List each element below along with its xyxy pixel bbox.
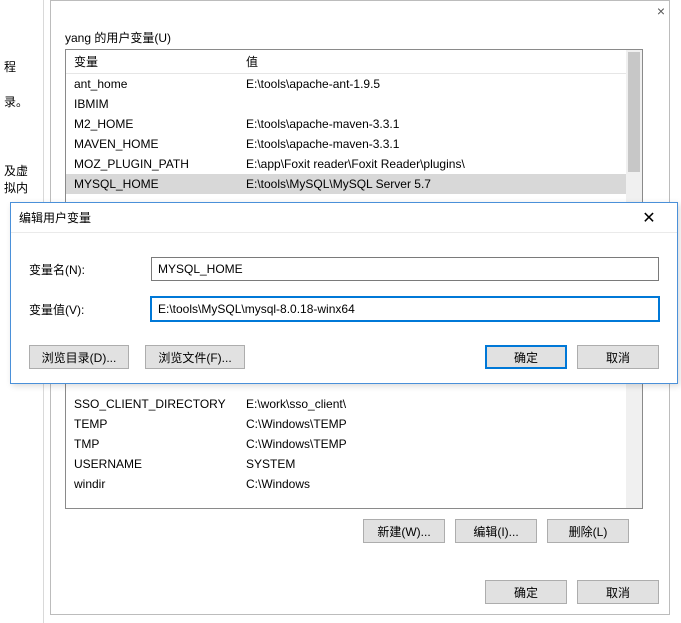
col-header-val[interactable]: 值 bbox=[246, 53, 642, 70]
edit-variable-dialog: 编辑用户变量 ✕ 变量名(N): 变量值(V): 浏览目录(D)... 浏览文件… bbox=[10, 202, 678, 384]
table-row[interactable]: TMPC:\Windows\TEMP bbox=[66, 434, 626, 454]
left-text-3: 及虚拟内 bbox=[4, 162, 39, 196]
delete-button[interactable]: 删除(L) bbox=[547, 519, 629, 543]
cell-val: E:\work\sso_client\ bbox=[246, 397, 626, 411]
outer-cancel-button[interactable]: 取消 bbox=[577, 580, 659, 604]
table-row[interactable]: M2_HOMEE:\tools\apache-maven-3.3.1 bbox=[66, 114, 642, 134]
modal-body: 变量名(N): 变量值(V): 浏览目录(D)... 浏览文件(F)... 确定… bbox=[11, 233, 677, 383]
left-text-1: 程 bbox=[4, 58, 39, 75]
new-button[interactable]: 新建(W)... bbox=[363, 519, 445, 543]
outer-dialog-buttons: 确定 取消 bbox=[485, 580, 659, 604]
cell-var: MYSQL_HOME bbox=[74, 177, 246, 191]
cell-val: E:\tools\apache-maven-3.3.1 bbox=[246, 137, 642, 151]
variable-name-label: 变量名(N): bbox=[29, 261, 151, 278]
cell-var: M2_HOME bbox=[74, 117, 246, 131]
close-icon[interactable]: ✕ bbox=[629, 204, 669, 232]
scrollbar-thumb[interactable] bbox=[628, 52, 640, 172]
cell-var: windir bbox=[74, 477, 246, 491]
rows-container-top: ant_homeE:\tools\apache-ant-1.9.5IBMIMM2… bbox=[66, 74, 642, 194]
table-header: 变量 值 bbox=[66, 50, 642, 74]
table-row[interactable]: MYSQL_HOMEE:\tools\MySQL\MySQL Server 5.… bbox=[66, 174, 642, 194]
table-row[interactable]: SSO_CLIENT_DIRECTORYE:\work\sso_client\ bbox=[66, 394, 626, 414]
cell-val: C:\Windows bbox=[246, 477, 626, 491]
cell-val: E:\app\Foxit reader\Foxit Reader\plugins… bbox=[246, 157, 642, 171]
table-row[interactable]: TEMPC:\Windows\TEMP bbox=[66, 414, 626, 434]
variable-name-input[interactable] bbox=[151, 257, 659, 281]
rows-container-bottom: SSO_CLIENT_DIRECTORYE:\work\sso_client\T… bbox=[66, 394, 626, 494]
cell-var: TMP bbox=[74, 437, 246, 451]
modal-titlebar[interactable]: 编辑用户变量 ✕ bbox=[11, 203, 677, 233]
cell-var: TEMP bbox=[74, 417, 246, 431]
cell-var: ant_home bbox=[74, 77, 246, 91]
section-label: yang 的用户变量(U) bbox=[65, 29, 171, 46]
table-row[interactable]: USERNAMESYSTEM bbox=[66, 454, 626, 474]
browse-file-button[interactable]: 浏览文件(F)... bbox=[145, 345, 245, 369]
modal-ok-button[interactable]: 确定 bbox=[485, 345, 567, 369]
cell-var: IBMIM bbox=[74, 97, 246, 111]
variable-value-input[interactable] bbox=[151, 297, 659, 321]
cell-val: C:\Windows\TEMP bbox=[246, 437, 626, 451]
browse-directory-button[interactable]: 浏览目录(D)... bbox=[29, 345, 129, 369]
table-row[interactable]: windirC:\Windows bbox=[66, 474, 626, 494]
cell-val: E:\tools\apache-maven-3.3.1 bbox=[246, 117, 642, 131]
close-icon[interactable]: × bbox=[657, 3, 665, 19]
cell-val: E:\tools\apache-ant-1.9.5 bbox=[246, 77, 642, 91]
cell-var: MOZ_PLUGIN_PATH bbox=[74, 157, 246, 171]
modal-actions: 浏览目录(D)... 浏览文件(F)... 确定 取消 bbox=[29, 337, 659, 369]
outer-ok-button[interactable]: 确定 bbox=[485, 580, 567, 604]
col-header-var[interactable]: 变量 bbox=[74, 53, 246, 70]
variable-value-label: 变量值(V): bbox=[29, 301, 151, 318]
user-vars-buttons: 新建(W)... 编辑(I)... 删除(L) bbox=[363, 519, 629, 543]
variable-name-row: 变量名(N): bbox=[29, 257, 659, 281]
modal-title: 编辑用户变量 bbox=[19, 209, 629, 226]
cell-var: SSO_CLIENT_DIRECTORY bbox=[74, 397, 246, 411]
variable-value-row: 变量值(V): bbox=[29, 297, 659, 321]
cell-val: SYSTEM bbox=[246, 457, 626, 471]
edit-button[interactable]: 编辑(I)... bbox=[455, 519, 537, 543]
modal-cancel-button[interactable]: 取消 bbox=[577, 345, 659, 369]
table-row[interactable]: IBMIM bbox=[66, 94, 642, 114]
left-text-2: 录。 bbox=[4, 93, 39, 110]
table-row[interactable]: ant_homeE:\tools\apache-ant-1.9.5 bbox=[66, 74, 642, 94]
cell-var: USERNAME bbox=[74, 457, 246, 471]
table-row[interactable]: MAVEN_HOMEE:\tools\apache-maven-3.3.1 bbox=[66, 134, 642, 154]
cell-var: MAVEN_HOME bbox=[74, 137, 246, 151]
table-row[interactable]: MOZ_PLUGIN_PATHE:\app\Foxit reader\Foxit… bbox=[66, 154, 642, 174]
cell-val: E:\tools\MySQL\MySQL Server 5.7 bbox=[246, 177, 642, 191]
cell-val: C:\Windows\TEMP bbox=[246, 417, 626, 431]
